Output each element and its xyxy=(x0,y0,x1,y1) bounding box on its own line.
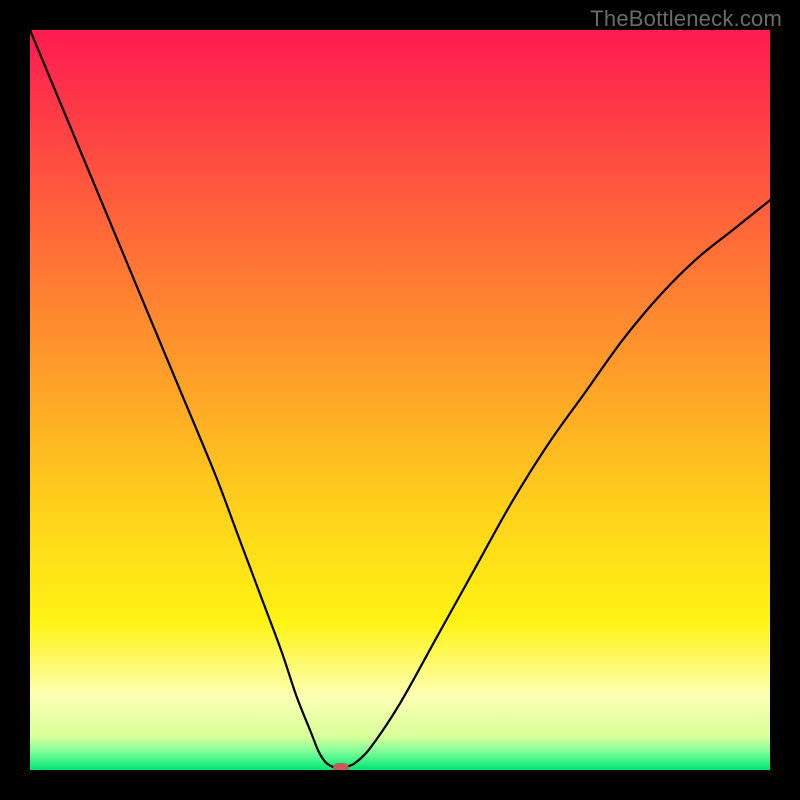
watermark-text: TheBottleneck.com xyxy=(590,6,782,32)
plot-area xyxy=(30,30,770,770)
chart-frame: TheBottleneck.com xyxy=(0,0,800,800)
curve-layer xyxy=(30,30,770,770)
optimal-point-marker xyxy=(333,763,349,770)
